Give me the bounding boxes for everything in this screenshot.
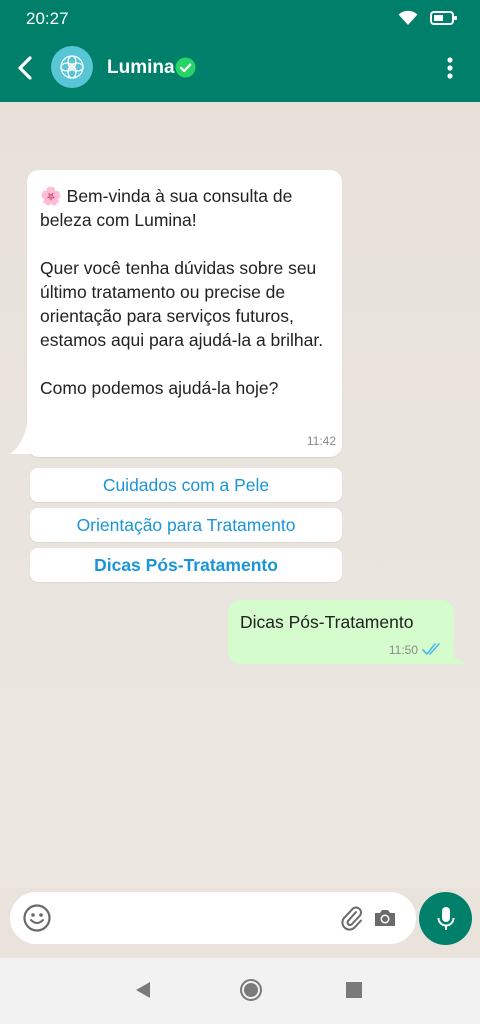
chat-screen: 20:27 Lumina 🌸 Bem-vinda à sua consulta … <box>0 0 480 1024</box>
status-bar: 20:27 <box>0 0 480 36</box>
app-bar: Lumina <box>0 36 480 102</box>
back-arrow-icon <box>18 56 32 80</box>
quick-reply-button-selected[interactable]: Dicas Pós-Tratamento <box>30 548 342 582</box>
quick-reply-button[interactable]: Cuidados com a Pele <box>30 468 342 502</box>
microphone-button[interactable] <box>419 892 472 945</box>
header-bar: 20:27 Lumina <box>0 0 480 102</box>
camera-icon[interactable] <box>372 906 398 930</box>
contact-name[interactable]: Lumina <box>107 57 175 79</box>
message-composer <box>10 892 416 944</box>
quick-reply-button[interactable]: Orientação para Tratamento <box>30 508 342 542</box>
double-check-icon <box>422 643 440 655</box>
nav-recents-button[interactable] <box>342 978 366 1002</box>
nav-back-button[interactable] <box>131 978 155 1002</box>
nav-home-button[interactable] <box>239 978 263 1002</box>
contact-avatar[interactable] <box>51 46 93 88</box>
message-time: 11:42 <box>306 434 336 448</box>
system-nav-bar <box>0 958 480 1024</box>
nav-recents-icon <box>346 982 362 998</box>
microphone-icon <box>437 906 454 930</box>
verified-badge-icon <box>175 57 196 78</box>
nav-home-icon <box>240 979 262 1001</box>
status-icons <box>398 10 458 26</box>
message-text: 🌸 Bem-vinda à sua consulta de beleza com… <box>40 186 324 398</box>
nav-back-icon <box>136 982 150 998</box>
battery-icon <box>430 11 457 25</box>
chat-area[interactable]: 🌸 Bem-vinda à sua consulta de beleza com… <box>0 102 480 888</box>
outgoing-message: Dicas Pós-Tratamento 11:50 <box>228 600 454 664</box>
more-vert-icon <box>447 57 453 79</box>
back-button[interactable] <box>10 50 40 86</box>
emoji-icon[interactable] <box>22 903 52 933</box>
paperclip-icon[interactable] <box>340 905 364 931</box>
message-input[interactable] <box>64 902 338 936</box>
more-options-button[interactable] <box>438 54 462 82</box>
lumina-logo-icon <box>60 55 84 79</box>
wifi-icon <box>398 10 418 25</box>
message-text: Dicas Pós-Tratamento <box>240 612 414 632</box>
status-time: 20:27 <box>26 9 69 28</box>
incoming-message: 🌸 Bem-vinda à sua consulta de beleza com… <box>27 170 342 457</box>
message-time: 11:50 <box>388 643 418 657</box>
